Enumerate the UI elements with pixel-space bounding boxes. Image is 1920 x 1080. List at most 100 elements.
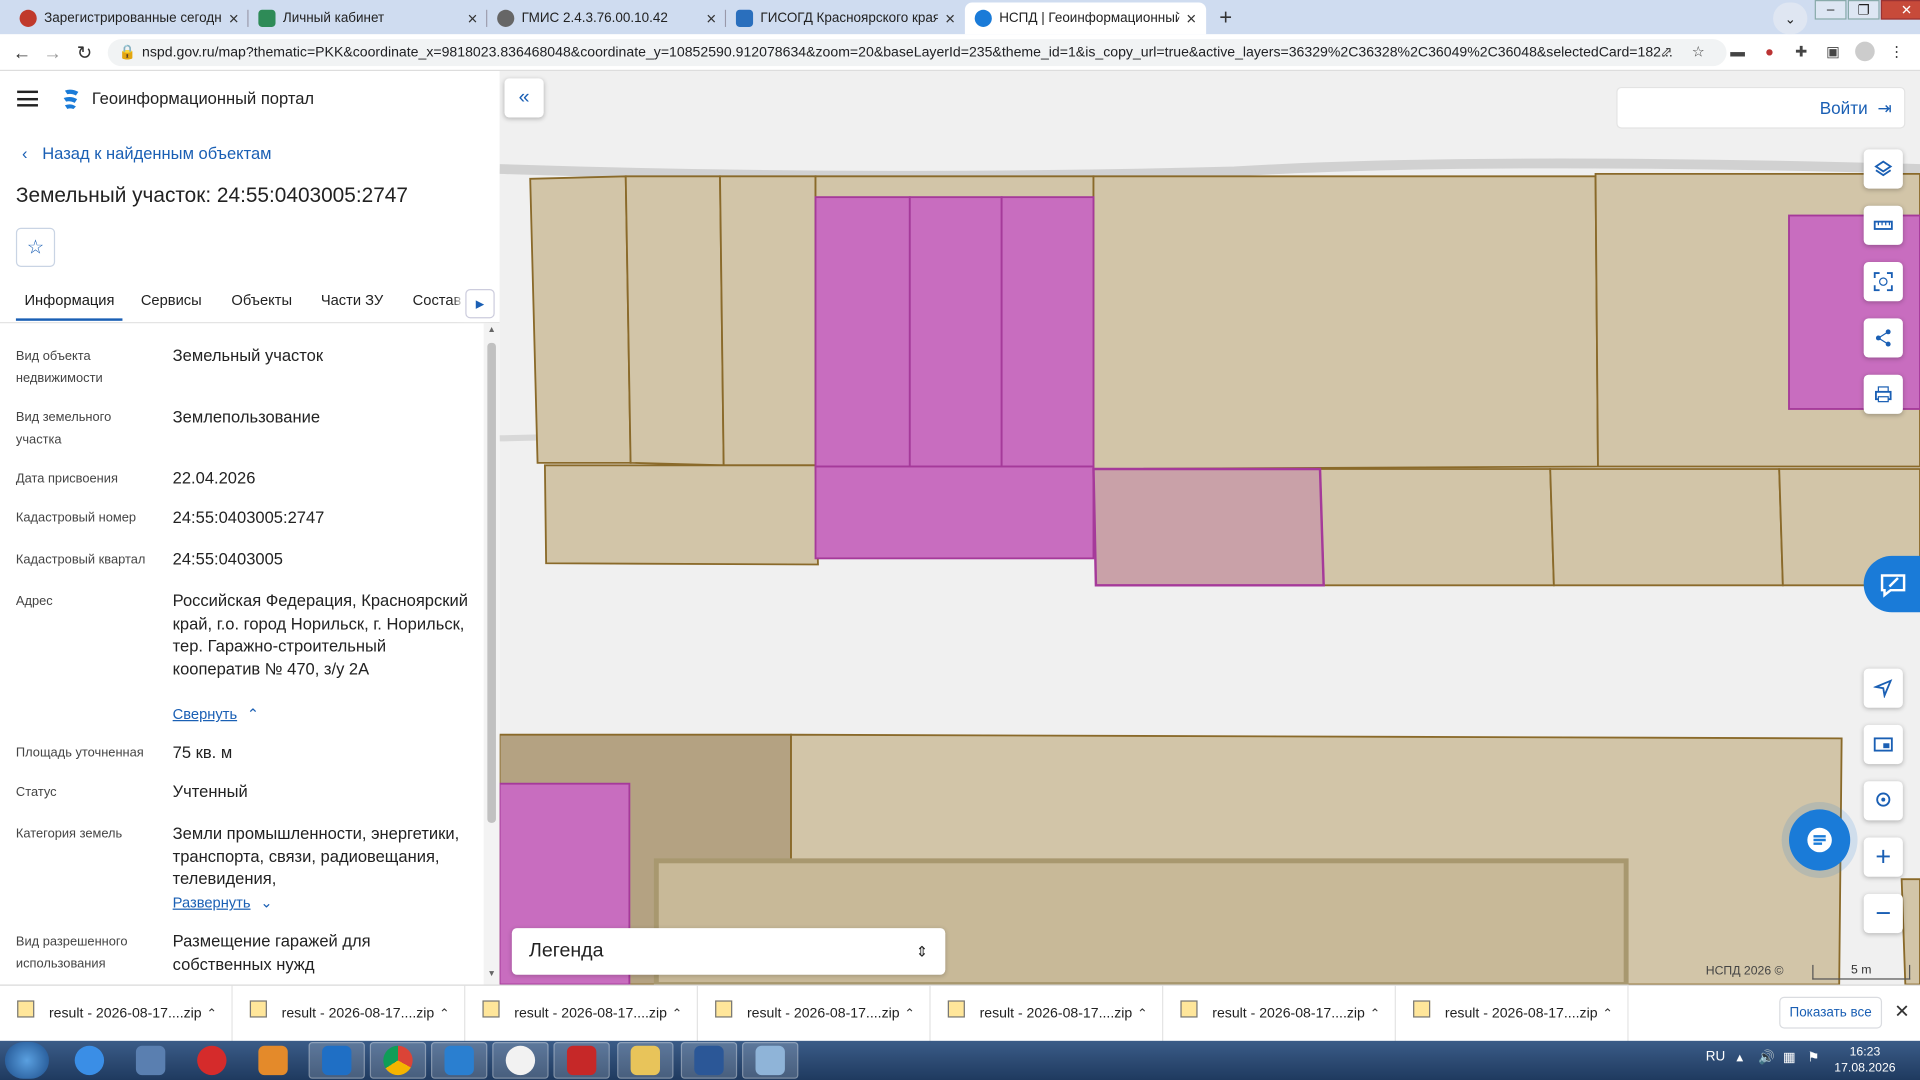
close-downloads-icon[interactable]: ✕ bbox=[1894, 1000, 1909, 1023]
legend-dropdown[interactable]: Легенда ⇕ bbox=[511, 928, 946, 975]
extension-icon[interactable]: ▬ bbox=[1728, 42, 1748, 62]
feedback-button[interactable] bbox=[1863, 555, 1920, 613]
chat-button[interactable] bbox=[1788, 809, 1851, 871]
profile-avatar[interactable] bbox=[1855, 41, 1875, 62]
forward-arrow-icon[interactable]: → bbox=[40, 40, 64, 64]
collapse-toggle[interactable]: Свернуть ⌃ bbox=[173, 705, 260, 722]
scrollbar-thumb[interactable] bbox=[487, 342, 496, 823]
chevron-up-icon[interactable]: ⌃ bbox=[1602, 1007, 1612, 1020]
puzzle-icon[interactable]: ✚ bbox=[1791, 42, 1811, 62]
menu-dots-icon[interactable]: ⋮ bbox=[1887, 42, 1907, 62]
close-tab-icon[interactable]: × bbox=[1186, 9, 1196, 29]
acrobat-taskbar-icon[interactable] bbox=[553, 1042, 610, 1079]
login-button[interactable]: Войти ⇥ bbox=[1616, 86, 1906, 129]
layers-button[interactable] bbox=[1863, 149, 1903, 189]
browser-tab[interactable]: ГИСОГД Красноярского края × bbox=[726, 2, 965, 34]
back-arrow-icon[interactable]: ← bbox=[10, 40, 34, 64]
parcel-highlighted[interactable] bbox=[814, 465, 1095, 560]
tab-services[interactable]: Сервисы bbox=[141, 291, 202, 308]
hamburger-menu-icon[interactable] bbox=[17, 90, 38, 107]
share-icon[interactable]: ⇗ bbox=[1657, 42, 1677, 62]
zoom-out-button[interactable]: − bbox=[1863, 893, 1903, 934]
parcel-highlighted[interactable] bbox=[908, 196, 1003, 468]
close-window-icon[interactable]: ✕ bbox=[1880, 0, 1920, 20]
ie-taskbar-icon[interactable] bbox=[61, 1042, 117, 1079]
close-tab-icon[interactable]: × bbox=[706, 9, 716, 29]
collapse-panel-button[interactable]: « bbox=[504, 78, 544, 118]
parcel[interactable] bbox=[719, 175, 817, 467]
volume-icon[interactable]: 🔊 bbox=[1758, 1049, 1775, 1066]
zoom-in-button[interactable]: + bbox=[1863, 837, 1903, 877]
outlook-taskbar-icon[interactable] bbox=[308, 1042, 365, 1079]
location-search-button[interactable] bbox=[1863, 781, 1903, 821]
download-item[interactable]: result - 2026-08-17....zip ⌃ bbox=[465, 985, 698, 1043]
tab-objects[interactable]: Объекты bbox=[231, 291, 292, 308]
area-select-button[interactable] bbox=[1863, 262, 1903, 302]
reload-icon[interactable]: ↻ bbox=[72, 40, 96, 64]
browser-tab[interactable]: Личный кабинет × bbox=[249, 2, 488, 34]
parcel-highlighted[interactable] bbox=[814, 196, 911, 468]
parcel-highlighted[interactable] bbox=[1000, 196, 1095, 468]
sidepanel-icon[interactable]: ▣ bbox=[1823, 42, 1843, 62]
geolocation-button[interactable] bbox=[1863, 668, 1903, 708]
language-indicator[interactable]: RU bbox=[1706, 1049, 1725, 1064]
favorite-star-button[interactable]: ☆ bbox=[15, 227, 56, 267]
network-icon[interactable]: ▦ bbox=[1783, 1049, 1796, 1066]
parcel[interactable] bbox=[1549, 468, 1784, 587]
tab-composition[interactable]: Состав bbox=[413, 291, 462, 308]
scroll-down-icon[interactable]: ▼ bbox=[487, 970, 495, 979]
chevron-up-icon[interactable]: ⌃ bbox=[672, 1007, 682, 1020]
clock[interactable]: 16:23 17.08.2026 bbox=[1834, 1044, 1895, 1076]
extension-icon[interactable]: ● bbox=[1760, 42, 1780, 62]
tab-parts[interactable]: Части ЗУ bbox=[321, 291, 383, 308]
chevron-up-icon[interactable]: ⌃ bbox=[439, 1007, 449, 1020]
minimap-button[interactable] bbox=[1863, 724, 1903, 765]
flag-icon[interactable]: ⚑ bbox=[1807, 1049, 1819, 1066]
tabs-next-button[interactable]: ▶ bbox=[465, 288, 495, 319]
parcel[interactable] bbox=[1092, 175, 1599, 470]
download-item[interactable]: result - 2026-08-17....zip ⌃ bbox=[0, 985, 233, 1043]
opera-taskbar-icon[interactable] bbox=[184, 1042, 240, 1079]
browser-tab-active[interactable]: НСПД | Геоинформационный по × bbox=[964, 2, 1207, 35]
start-button[interactable] bbox=[4, 1042, 49, 1079]
download-item[interactable]: result - 2026-08-17....zip ⌃ bbox=[1163, 985, 1396, 1043]
panel-scrollbar[interactable]: ▲ ▼ bbox=[483, 323, 500, 985]
map-view[interactable]: « Войти ⇥ + − Легенда ⇕ НСПД 2026 © 5 m bbox=[499, 71, 1920, 985]
chevron-up-icon[interactable]: ⌃ bbox=[1370, 1007, 1380, 1020]
bookmark-star-icon[interactable]: ☆ bbox=[1689, 42, 1709, 62]
new-tab-button[interactable]: + bbox=[1211, 4, 1240, 31]
parcel[interactable] bbox=[1319, 468, 1555, 587]
share-button[interactable] bbox=[1863, 318, 1903, 358]
app-taskbar-icon[interactable] bbox=[122, 1042, 178, 1079]
maximize-icon[interactable]: ❐ bbox=[1847, 0, 1880, 20]
tab-information[interactable]: Информация bbox=[15, 291, 124, 321]
chevron-up-icon[interactable]: ⌃ bbox=[1137, 1007, 1147, 1020]
chevron-up-icon[interactable]: ⌃ bbox=[206, 1007, 216, 1020]
download-item[interactable]: result - 2026-08-17....zip ⌃ bbox=[233, 985, 466, 1043]
close-tab-icon[interactable]: × bbox=[468, 9, 478, 29]
expand-toggle[interactable]: Развернуть ⌄ bbox=[173, 894, 273, 911]
word-taskbar-icon[interactable] bbox=[680, 1042, 738, 1079]
print-button[interactable] bbox=[1863, 374, 1903, 414]
yandex-taskbar-icon[interactable] bbox=[492, 1042, 549, 1079]
close-tab-icon[interactable]: × bbox=[945, 9, 955, 29]
address-bar[interactable]: 🔒 nspd.gov.ru/map?thematic=PKK&coordinate… bbox=[107, 39, 1727, 67]
parcel[interactable] bbox=[624, 175, 725, 467]
browser-tab[interactable]: ГМИС 2.4.3.76.00.10.42 × bbox=[487, 2, 727, 34]
close-tab-icon[interactable]: × bbox=[229, 9, 239, 29]
minimize-icon[interactable]: – bbox=[1814, 0, 1847, 20]
browser-tab[interactable]: Зарегистрированные сегодня × bbox=[10, 2, 249, 34]
back-to-results-link[interactable]: ‹ Назад к найденным объектам bbox=[22, 144, 271, 162]
selected-parcel[interactable] bbox=[1092, 467, 1325, 587]
media-player-taskbar-icon[interactable] bbox=[245, 1042, 301, 1079]
tab-search-button[interactable]: ⌄ bbox=[1773, 2, 1808, 35]
parcel[interactable] bbox=[543, 464, 819, 566]
chrome-taskbar-icon[interactable] bbox=[369, 1042, 427, 1079]
parcel[interactable] bbox=[529, 175, 632, 464]
ruler-button[interactable] bbox=[1863, 205, 1903, 245]
explorer-taskbar-icon[interactable] bbox=[617, 1042, 674, 1079]
scroll-up-icon[interactable]: ▲ bbox=[487, 326, 495, 335]
tray-expand-icon[interactable]: ▴ bbox=[1736, 1049, 1743, 1066]
download-item[interactable]: result - 2026-08-17....zip ⌃ bbox=[1396, 985, 1629, 1043]
show-all-downloads-button[interactable]: Показать все bbox=[1779, 996, 1883, 1029]
